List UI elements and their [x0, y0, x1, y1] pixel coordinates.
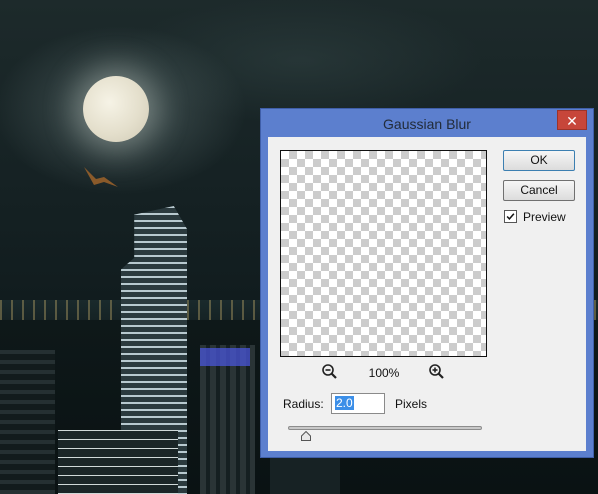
slider-thumb-icon[interactable] — [301, 431, 311, 441]
dialog-title: Gaussian Blur — [383, 116, 471, 132]
dialog-body: 100% OK Cancel Preview Radius: 2.0 Pixel… — [268, 137, 586, 451]
zoom-percentage: 100% — [368, 366, 400, 380]
units-label: Pixels — [395, 397, 428, 411]
dialog-titlebar[interactable]: Gaussian Blur ✕ — [261, 109, 593, 137]
preview-checkbox[interactable] — [504, 210, 517, 223]
zoom-in-icon[interactable] — [428, 363, 446, 381]
gaussian-blur-dialog: Gaussian Blur ✕ 100% OK Cancel Preview R… — [260, 108, 594, 458]
building-left — [0, 350, 55, 494]
building-middle — [200, 345, 255, 494]
radius-slider-track[interactable] — [288, 426, 482, 430]
preview-canvas[interactable] — [280, 150, 487, 357]
zoom-out-icon[interactable] — [321, 363, 339, 381]
radius-value: 2.0 — [335, 396, 354, 410]
moon — [83, 76, 149, 142]
radius-input[interactable]: 2.0 — [331, 393, 385, 414]
checkmark-icon — [506, 213, 515, 220]
ok-button[interactable]: OK — [503, 150, 575, 171]
building-sign — [200, 348, 250, 366]
close-button[interactable]: ✕ — [557, 110, 587, 130]
building-front — [58, 430, 178, 494]
radius-label: Radius: — [283, 397, 324, 411]
bat-silhouette — [84, 167, 118, 187]
cancel-button[interactable]: Cancel — [503, 180, 575, 201]
preview-label[interactable]: Preview — [523, 210, 566, 224]
